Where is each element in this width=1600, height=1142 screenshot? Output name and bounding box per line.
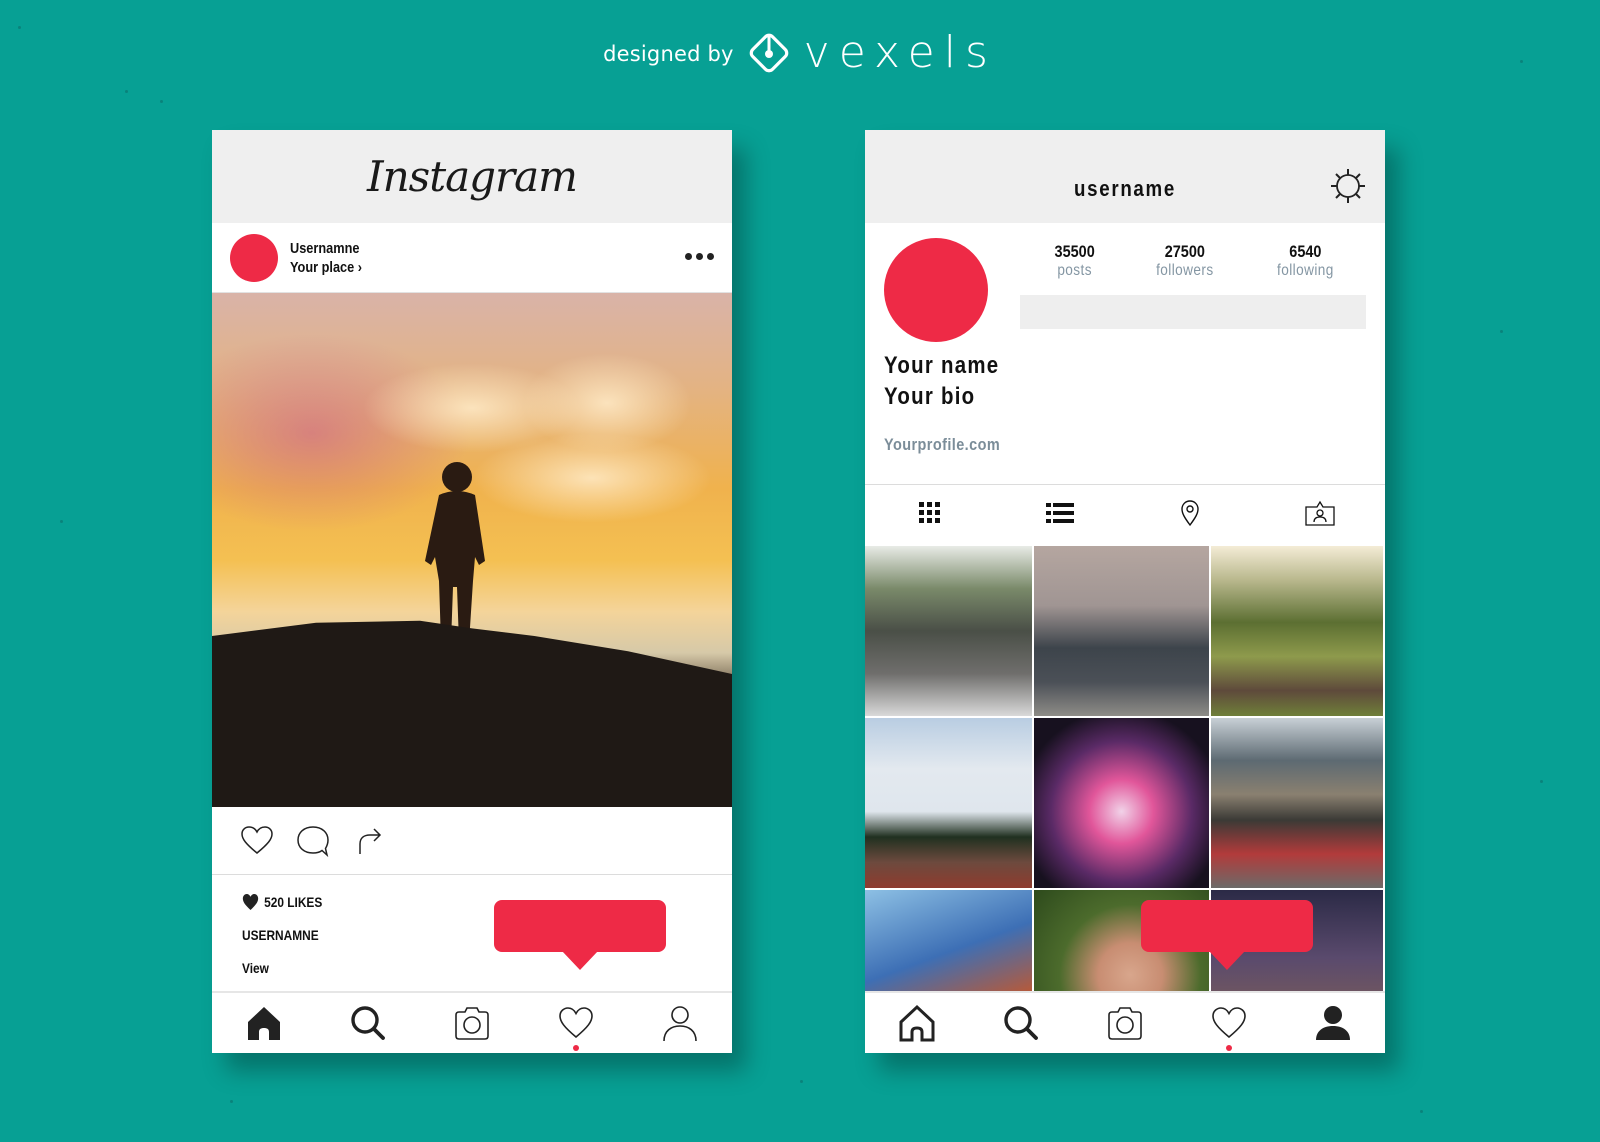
profile-avatar[interactable] xyxy=(884,238,988,342)
heart-outline-icon xyxy=(559,1007,593,1039)
nav-home[interactable] xyxy=(242,1001,286,1045)
more-options-icon[interactable] xyxy=(685,253,714,260)
profile-bio: Your bio xyxy=(884,383,976,410)
speck xyxy=(1500,330,1503,333)
nav-search[interactable] xyxy=(999,1001,1043,1045)
stat-value: 35500 xyxy=(1054,242,1096,261)
feed-screen: Instagram Usernamne Your place › 520 LIK… xyxy=(212,130,732,1053)
chevron-right-icon: › xyxy=(357,258,363,276)
share-arrow-icon[interactable] xyxy=(352,824,386,858)
grid-icon xyxy=(919,502,940,523)
post-location-label: Your place xyxy=(290,258,355,276)
photo-grid xyxy=(865,546,1385,1053)
notification-bubble[interactable] xyxy=(494,900,666,970)
stat-following[interactable]: 6540 following xyxy=(1272,242,1339,280)
list-icon xyxy=(1046,503,1074,523)
post-photo[interactable] xyxy=(212,293,732,807)
view-label: View xyxy=(242,960,269,976)
caption-username-label: USERNAMNE xyxy=(242,927,319,943)
stat-label: following xyxy=(1276,262,1334,279)
profile-header: username xyxy=(865,130,1385,223)
home-outline-icon xyxy=(899,1004,935,1042)
stat-label: posts xyxy=(1057,262,1093,279)
speck xyxy=(1420,1110,1423,1113)
location-pin-icon xyxy=(1181,500,1199,527)
tagged-photo-icon xyxy=(1305,500,1335,526)
gear-icon[interactable] xyxy=(1329,167,1367,205)
nav-camera[interactable] xyxy=(450,1001,494,1045)
speck xyxy=(18,26,21,29)
post-avatar[interactable] xyxy=(230,233,278,282)
nav-camera[interactable] xyxy=(1103,1001,1147,1045)
profile-view-tabs xyxy=(865,484,1385,546)
instagram-logo: Instagram xyxy=(367,152,578,201)
nav-profile[interactable] xyxy=(658,1001,702,1045)
activity-badge-dot xyxy=(573,1045,579,1051)
vexels-branding: designed by vexels xyxy=(0,30,1600,76)
user-filled-icon xyxy=(1316,1006,1350,1040)
profile-screen: username 35500 posts 27500 followers 654… xyxy=(865,130,1385,1053)
speck xyxy=(1540,780,1543,783)
tab-list[interactable] xyxy=(1045,499,1075,532)
stat-posts[interactable]: 35500 posts xyxy=(1051,242,1098,280)
post-meta: Usernamne Your place › xyxy=(290,239,362,277)
photo-hill xyxy=(212,620,732,807)
heart-filled-icon xyxy=(242,894,259,910)
grid-photo[interactable] xyxy=(865,546,1032,716)
tab-tagged[interactable] xyxy=(1305,499,1335,532)
post-username[interactable]: Usernamne xyxy=(290,239,362,258)
camera-icon xyxy=(1108,1007,1142,1040)
profile-stats: 35500 posts 27500 followers 6540 followi… xyxy=(1025,242,1365,280)
stat-value: 27500 xyxy=(1165,242,1206,261)
tab-grid[interactable] xyxy=(915,499,945,532)
stat-followers[interactable]: 27500 followers xyxy=(1151,242,1219,280)
designed-by-label: designed by xyxy=(603,42,734,66)
feed-header: Instagram xyxy=(212,130,732,223)
stat-label: followers xyxy=(1156,262,1214,279)
tab-places[interactable] xyxy=(1175,499,1205,532)
speck xyxy=(800,1080,803,1083)
user-outline-icon xyxy=(663,1006,697,1042)
nav-activity[interactable] xyxy=(554,1001,598,1051)
profile-username: username xyxy=(1074,176,1176,201)
home-filled-icon xyxy=(248,1007,280,1040)
grid-photo[interactable] xyxy=(865,718,1032,888)
bottom-nav xyxy=(865,991,1385,1053)
speck xyxy=(230,1100,233,1103)
bottom-nav xyxy=(212,991,732,1053)
comment-bubble-icon[interactable] xyxy=(296,824,330,858)
vexels-logo-icon xyxy=(749,33,788,73)
grid-photo[interactable] xyxy=(1211,546,1383,716)
post-header: Usernamne Your place › xyxy=(212,223,732,293)
speck xyxy=(160,100,163,103)
notification-bubble[interactable] xyxy=(1141,900,1313,970)
speck xyxy=(125,90,128,93)
nav-activity[interactable] xyxy=(1207,1001,1251,1051)
stat-value: 6540 xyxy=(1289,242,1322,261)
nav-home[interactable] xyxy=(895,1001,939,1045)
heart-outline-icon xyxy=(1212,1007,1246,1039)
post-location[interactable]: Your place › xyxy=(290,258,362,277)
search-icon xyxy=(351,1006,385,1040)
activity-badge-dot xyxy=(1226,1045,1232,1051)
profile-website-link[interactable]: Yourprofile.com xyxy=(884,435,1000,455)
nav-profile[interactable] xyxy=(1311,1001,1355,1045)
profile-bio-block: Your name Your bio xyxy=(884,350,999,412)
camera-icon xyxy=(455,1007,489,1040)
likes-count: 520 LIKES xyxy=(264,894,323,910)
like-heart-icon[interactable] xyxy=(240,824,274,858)
speck xyxy=(60,520,63,523)
grid-photo[interactable] xyxy=(1034,546,1209,716)
search-icon xyxy=(1004,1006,1038,1040)
vexels-wordmark: vexels xyxy=(803,27,997,78)
grid-photo[interactable] xyxy=(1211,718,1383,888)
profile-name: Your name xyxy=(884,352,1000,379)
nav-search[interactable] xyxy=(346,1001,390,1045)
photo-cloud xyxy=(472,433,712,523)
edit-profile-button[interactable] xyxy=(1020,295,1366,329)
post-actions xyxy=(212,807,732,875)
grid-photo[interactable] xyxy=(1034,718,1209,888)
